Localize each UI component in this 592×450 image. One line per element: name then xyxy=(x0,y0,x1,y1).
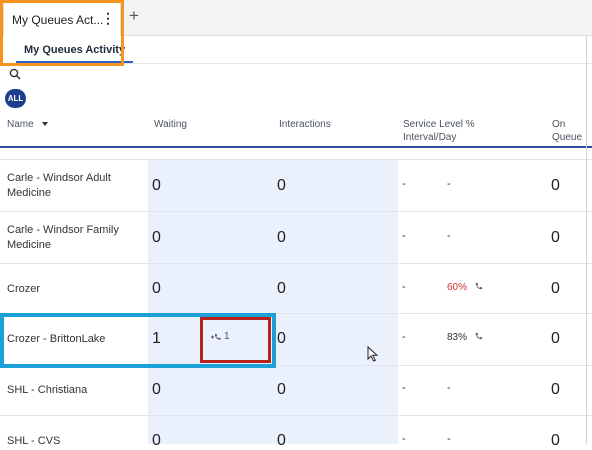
waiting-count: 0 xyxy=(152,280,161,297)
table-row[interactable]: Crozer 0 0 - 60% 0 xyxy=(0,264,592,314)
header-interactions[interactable]: Interactions xyxy=(279,118,331,131)
table-row[interactable]: SHL - Christiana 0 0 - - 0 xyxy=(0,366,592,416)
service-level-interval: - xyxy=(402,331,406,343)
waiting-count: 0 xyxy=(152,432,161,449)
service-level-interval: - xyxy=(402,281,406,293)
interactions-count: 0 xyxy=(277,229,286,246)
on-queue-count: 0 xyxy=(551,330,560,347)
table-right-border xyxy=(586,36,587,444)
service-level-day: - xyxy=(447,433,451,445)
phone-icon xyxy=(475,332,483,340)
callback-count[interactable]: 1 xyxy=(224,331,230,342)
interactions-count: 0 xyxy=(277,432,286,449)
table-row[interactable]: Carle - Windsor Family Medicine 0 0 - - … xyxy=(0,212,592,264)
callback-icon[interactable] xyxy=(211,333,221,342)
interactions-count: 0 xyxy=(277,381,286,398)
service-level-day: 60% xyxy=(447,282,468,293)
header-service-level[interactable]: Service Level % Interval/Day xyxy=(403,118,475,144)
search-icon[interactable] xyxy=(9,68,21,80)
waiting-count: 0 xyxy=(152,381,161,398)
interactions-count: 0 xyxy=(277,280,286,297)
service-level-interval: - xyxy=(402,230,406,242)
on-queue-count: 0 xyxy=(551,177,560,194)
service-level-interval: - xyxy=(402,382,406,394)
table-row xyxy=(0,148,592,160)
interactions-count: 0 xyxy=(277,177,286,194)
tab-highlight-box xyxy=(0,0,124,66)
on-queue-count: 0 xyxy=(551,280,560,297)
service-level-day: 83% xyxy=(447,332,468,343)
all-filter-button[interactable]: ALL xyxy=(5,89,26,108)
on-queue-count: 0 xyxy=(551,229,560,246)
phone-icon xyxy=(475,282,483,290)
service-level-day: - xyxy=(447,382,451,394)
waiting-count: 0 xyxy=(152,229,161,246)
table-row[interactable]: Carle - Windsor Adult Medicine 0 0 - - 0 xyxy=(0,160,592,212)
service-level-day: - xyxy=(447,178,451,190)
queue-name[interactable]: Crozer xyxy=(7,282,137,297)
on-queue-count: 0 xyxy=(551,381,560,398)
header-waiting[interactable]: Waiting xyxy=(154,118,187,131)
queue-name[interactable]: SHL - Christiana xyxy=(7,383,137,398)
header-name[interactable]: Name xyxy=(7,118,49,131)
table-header: Name Waiting Interactions Service Level … xyxy=(0,112,592,148)
service-level-interval: - xyxy=(402,433,406,445)
mouse-cursor-icon xyxy=(367,346,379,362)
sort-down-icon[interactable] xyxy=(41,121,49,127)
waiting-count: 0 xyxy=(152,177,161,194)
queue-name[interactable]: SHL - CVS xyxy=(7,434,137,449)
interactions-count: 0 xyxy=(277,330,286,347)
service-level-day: - xyxy=(447,230,451,242)
add-tab-button[interactable]: + xyxy=(125,6,143,28)
on-queue-count: 0 xyxy=(551,432,560,449)
service-level-interval: - xyxy=(402,178,406,190)
queue-name[interactable]: Carle - Windsor Family Medicine xyxy=(7,223,137,253)
queue-name[interactable]: Carle - Windsor Adult Medicine xyxy=(7,171,137,201)
table-row[interactable]: SHL - CVS 0 0 - - 0 xyxy=(0,416,592,449)
